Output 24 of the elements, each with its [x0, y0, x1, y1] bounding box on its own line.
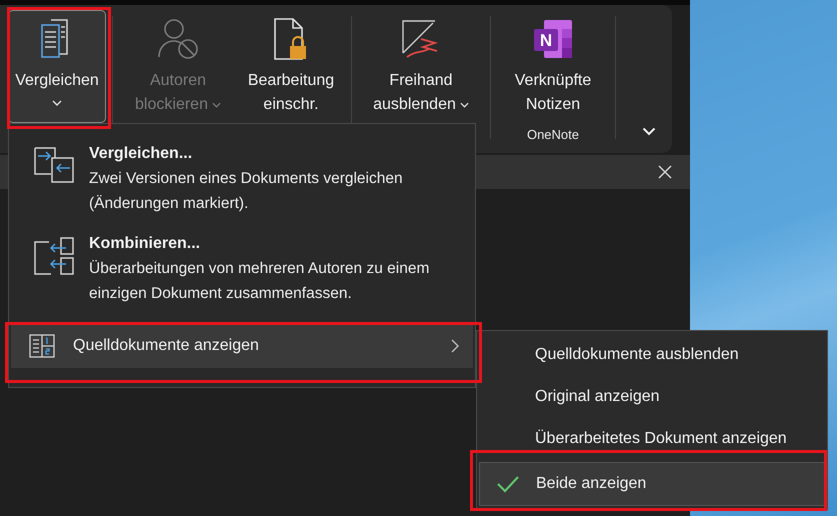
chevron-right-icon: [451, 339, 459, 353]
compare-documents-icon: [33, 146, 75, 184]
menu-item-title: Vergleichen...: [89, 144, 194, 164]
submenu-item[interactable]: Quelldokumente anzeigen: [11, 324, 473, 368]
ribbon-button[interactable]: N Verknüpfte Notizen: [497, 10, 609, 123]
submenu-option[interactable]: Überarbeitetes Dokument anzeigen: [479, 418, 825, 460]
menu-item[interactable]: Vergleichen... Zwei Versionen eines Dokuments vergleichen (Änderungen markiert).: [9, 138, 475, 228]
submenu-option[interactable]: Beide anzeigen: [479, 462, 825, 506]
menu-item-description: Überarbeitungen von mehreren Autoren zu einem einzigen Dokument zusammenfassen.: [89, 259, 430, 304]
submenu-option[interactable]: Original anzeigen: [479, 376, 825, 418]
submenu-option[interactable]: Quelldokumente ausblenden: [479, 334, 825, 376]
menu-item-description: Zwei Versionen eines Dokuments vergleichen (Änderungen markiert).: [89, 169, 404, 214]
chevron-down-icon: [642, 127, 656, 136]
close-icon[interactable]: [658, 165, 672, 179]
combine-documents-icon: [33, 236, 75, 276]
two-column-document-icon: [29, 334, 55, 358]
ribbon-button[interactable]: Vergleichen: [8, 10, 106, 123]
ribbon-button[interactable]: Freihand ausblenden: [358, 10, 484, 123]
checkmark-icon: [496, 475, 520, 493]
person-blocked-icon: [156, 17, 200, 61]
menu-item-title: Kombinieren...: [89, 234, 202, 254]
ribbon-button[interactable]: Bearbeitung einschr.: [237, 10, 345, 123]
group-label: OneNote: [526, 127, 580, 142]
menu-item[interactable]: Kombinieren... Überarbeitungen von mehreren Autoren zu einem einzigen Dokument zusammenfassen.: [9, 228, 475, 318]
